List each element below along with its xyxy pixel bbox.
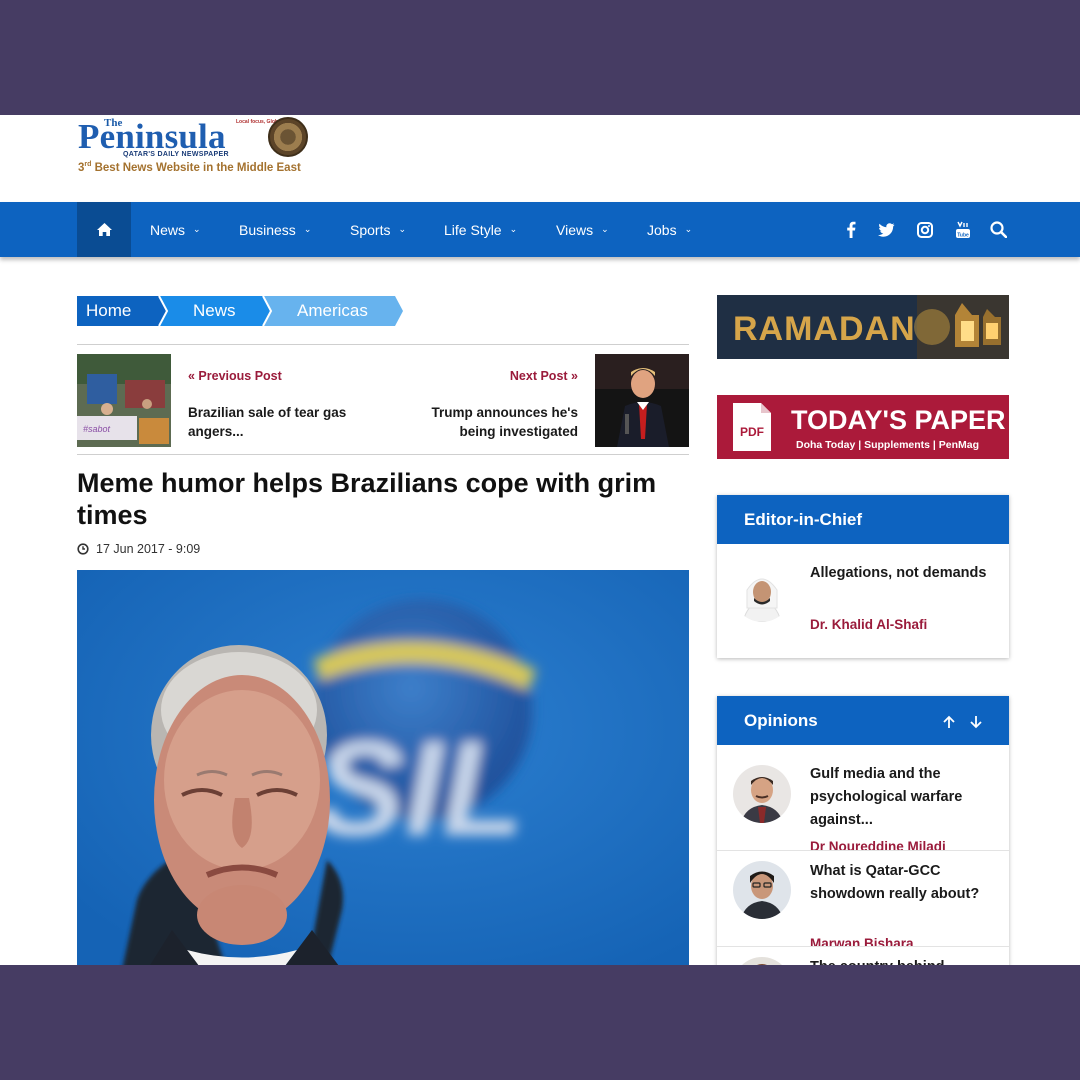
- clock-icon: [77, 543, 89, 555]
- pdf-icon: PDF: [740, 425, 764, 439]
- arrow-up-icon[interactable]: [942, 715, 956, 729]
- avatar: [733, 564, 791, 622]
- previous-post-link[interactable]: « Previous Post: [188, 369, 282, 383]
- browser-page: Peninsula The Local focus, Global vision…: [0, 115, 1080, 965]
- nav-item-news[interactable]: News ⌄: [150, 202, 201, 257]
- opinion-author[interactable]: Dr Noureddine Miladi: [810, 839, 946, 850]
- ramadan-banner[interactable]: RAMADAN: [717, 295, 1009, 359]
- instagram-icon[interactable]: [913, 202, 937, 257]
- avatar: [733, 765, 791, 823]
- chevron-down-icon: ⌄: [398, 224, 407, 234]
- nav-item-jobs[interactable]: Jobs ⌄: [647, 202, 692, 257]
- arrow-down-icon[interactable]: [969, 715, 983, 729]
- main-nav: News ⌄ Business ⌄ Sports ⌄ Life Style ⌄ View…: [0, 202, 1080, 257]
- nav-item-lifestyle[interactable]: Life Style ⌄: [444, 202, 517, 257]
- award-line: 3rd Best News Website in the Middle East: [78, 161, 301, 174]
- article-hero-image: ASIL: [77, 570, 689, 965]
- opinions-card-heading: Opinions: [717, 696, 1009, 745]
- next-post-link[interactable]: Next Post »: [510, 369, 578, 383]
- chevron-down-icon: ⌄: [193, 224, 201, 234]
- editor-article-title[interactable]: Allegations, not demands: [810, 562, 990, 585]
- todays-paper-links: Doha Today | Supplements | PenMag: [796, 439, 979, 451]
- home-icon: [96, 223, 112, 236]
- ramadan-text: RAMADAN: [733, 310, 916, 348]
- editor-card: Editor-in-Chief Allegations, not demands…: [717, 495, 1009, 658]
- seal-icon: [268, 117, 308, 157]
- previous-post-title[interactable]: Brazilian sale of tear gas angers...: [188, 403, 368, 441]
- next-post-title[interactable]: Trump announces he's being investigated: [408, 403, 579, 441]
- opinion-author[interactable]: Marwan Bishara: [810, 936, 914, 946]
- nav-item-views[interactable]: Views ⌄: [556, 202, 609, 257]
- site-logo[interactable]: Peninsula The Local focus, Global vision…: [78, 115, 318, 201]
- opinion-title[interactable]: What is Qatar-GCC showdown really about?: [810, 860, 990, 906]
- chevron-down-icon: ⌄: [601, 224, 609, 234]
- breadcrumb-americas[interactable]: Americas: [297, 296, 368, 326]
- svg-text:#sabot: #sabot: [83, 424, 111, 434]
- post-navigation: #sabot « Previous Post Brazilian sale of…: [77, 344, 689, 455]
- chevron-down-icon: ⌄: [509, 224, 518, 234]
- svg-text:Tube: Tube: [957, 232, 969, 238]
- nav-item-sports[interactable]: Sports ⌄: [350, 202, 406, 257]
- opinion-item[interactable]: The country behind: [717, 947, 1009, 965]
- opinion-item[interactable]: Gulf media and the psychological warfare…: [717, 745, 1009, 851]
- breadcrumb-home[interactable]: Home: [86, 296, 131, 326]
- article-title: Meme humor helps Brazilians cope with gr…: [77, 468, 657, 530]
- opinion-title[interactable]: Gulf media and the psychological warfare…: [810, 763, 990, 832]
- youtube-icon[interactable]: Tube: [951, 202, 975, 257]
- chevron-down-icon: ⌄: [303, 224, 312, 234]
- article-date: 17 Jun 2017 - 9:09: [77, 542, 200, 556]
- logo-subtitle: QATAR'S DAILY NEWSPAPER: [123, 151, 229, 158]
- search-icon[interactable]: [986, 202, 1010, 257]
- chevron-down-icon: ⌄: [684, 224, 693, 234]
- editor-card-heading: Editor-in-Chief: [717, 495, 1009, 544]
- nav-home-button[interactable]: [77, 202, 131, 257]
- editor-article-author[interactable]: Dr. Khalid Al-Shafi: [810, 617, 927, 632]
- twitter-icon[interactable]: [874, 202, 898, 257]
- breadcrumb-news[interactable]: News: [193, 296, 236, 326]
- logo-the: The: [104, 117, 123, 129]
- todays-paper-banner[interactable]: PDF TODAY'S PAPER Doha Today | Supplemen…: [717, 395, 1009, 459]
- avatar: [733, 957, 791, 965]
- editor-article[interactable]: Allegations, not demands Dr. Khalid Al-S…: [717, 544, 1009, 658]
- opinions-card: Opinions Gulf media and the psychologica…: [717, 696, 1009, 965]
- nav-item-business[interactable]: Business ⌄: [239, 202, 311, 257]
- previous-post-thumbnail[interactable]: #sabot: [77, 354, 171, 447]
- avatar: [733, 861, 791, 919]
- opinion-title[interactable]: The country behind: [810, 956, 990, 965]
- facebook-icon[interactable]: [839, 202, 863, 257]
- opinion-item[interactable]: What is Qatar-GCC showdown really about?…: [717, 851, 1009, 947]
- todays-paper-title: TODAY'S PAPER: [791, 405, 1005, 435]
- next-post-thumbnail[interactable]: [595, 354, 689, 447]
